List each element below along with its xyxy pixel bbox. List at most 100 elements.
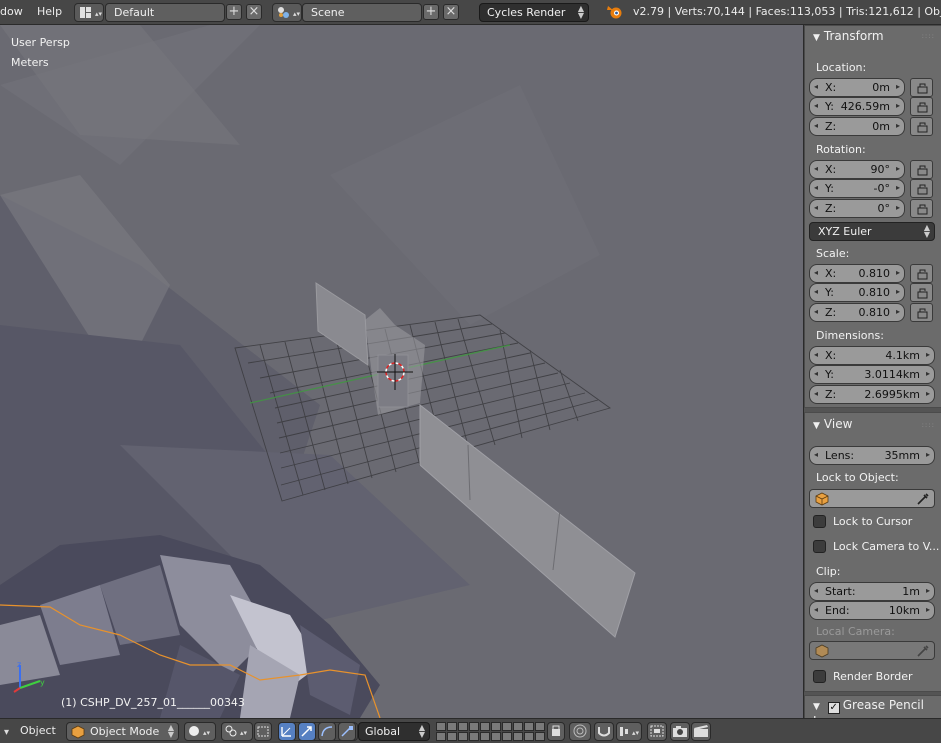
active-object-label: (1) CSHP_DV_257_01______00343: [61, 696, 245, 709]
grease-pencil-header[interactable]: ▼ ✓Grease Pencil Layers: [813, 698, 941, 718]
layers-group-2[interactable]: [491, 722, 545, 741]
lock-rotation-y-button[interactable]: [910, 179, 933, 198]
view-panel-header[interactable]: ▼ View: [813, 417, 852, 431]
lock-to-cursor-checkbox[interactable]: [813, 515, 826, 528]
dimensions-label: Dimensions:: [816, 329, 884, 342]
pivot-align-button[interactable]: [254, 722, 272, 741]
snap-increment-icon: ▴▾: [620, 727, 640, 737]
lock-layers-button[interactable]: [547, 722, 565, 741]
rotation-label: Rotation:: [816, 143, 866, 156]
updown-icon: ▲ ▼: [577, 4, 584, 20]
lock-rotation-x-button[interactable]: [910, 160, 933, 179]
manipulator-icon: [281, 727, 291, 737]
grip-icon[interactable]: ::::: [922, 421, 935, 429]
layers-group-1[interactable]: [436, 722, 490, 741]
scene-field[interactable]: Scene: [302, 3, 422, 22]
scale-label: Scale:: [816, 247, 850, 260]
magnet-icon: [598, 727, 610, 737]
lock-location-y-button[interactable]: [910, 97, 933, 116]
lock-location-x-button[interactable]: [910, 78, 933, 97]
mode-select[interactable]: Object Mode ▲ ▼: [66, 722, 179, 741]
dimension-y-field[interactable]: ◂ Y: 3.0114km ▸: [809, 365, 935, 384]
lock-scale-y-button[interactable]: [910, 283, 933, 302]
add-scene-button[interactable]: +: [423, 4, 439, 20]
lock-camera-checkbox[interactable]: [813, 540, 826, 553]
proportional-edit-button[interactable]: [569, 722, 591, 741]
lock-scale-x-button[interactable]: [910, 264, 933, 283]
rotate-button[interactable]: [318, 722, 336, 741]
camera-icon: [673, 726, 687, 737]
scene-icon-button[interactable]: ▴▾: [272, 3, 302, 22]
pivot-icon: ▴▾: [225, 725, 248, 737]
transform-panel-header[interactable]: ▼ Transform: [813, 29, 884, 43]
remove-scene-button[interactable]: ×: [443, 4, 459, 20]
svg-text:▾: ▾: [4, 727, 9, 738]
editor-type-icon[interactable]: ▾: [4, 723, 18, 739]
3d-view-header: ▾ Object Object Mode ▲ ▼ ▴▾ ▴▾ Global ▲ ▼ …: [0, 718, 941, 743]
opengl-render-button[interactable]: [670, 722, 690, 741]
svg-text:▴▾: ▴▾: [95, 10, 103, 18]
remove-layout-button[interactable]: ×: [246, 4, 262, 20]
object-mode-icon: [71, 725, 85, 739]
svg-text:▴▾: ▴▾: [203, 729, 211, 737]
properties-region: ▼ Transform :::: Location: ◂ X: 0m ▸ ◂ Y: 426.…: [803, 25, 941, 718]
manipulator-toggle-button[interactable]: [278, 722, 296, 741]
location-label: Location:: [816, 61, 867, 74]
opengl-animation-button[interactable]: [691, 722, 711, 741]
scale-button[interactable]: [338, 722, 356, 741]
clip-start-field[interactable]: ◂ Start: 1m ▸: [809, 582, 935, 601]
rotation-mode-select[interactable]: XYZ Euler ▲ ▼: [809, 222, 935, 241]
scale-x-field[interactable]: ◂ X: 0.810 ▸: [809, 264, 905, 283]
units-label: Meters: [11, 56, 49, 69]
eyedropper-icon[interactable]: [916, 492, 930, 506]
grip-icon[interactable]: ::::: [922, 32, 935, 40]
menu-help[interactable]: Help: [37, 5, 62, 18]
lock-scale-z-button[interactable]: [910, 303, 933, 322]
3d-viewport[interactable]: z y User Persp Meters (1) CSHP_DV_257_01…: [0, 25, 803, 718]
lock-location-z-button[interactable]: [910, 117, 933, 136]
dimension-x-field[interactable]: ◂ X: 4.1km ▸: [809, 346, 935, 365]
screen-layout-field[interactable]: Default: [105, 3, 225, 22]
lock-object-field[interactable]: [809, 489, 935, 508]
object-menu[interactable]: Object: [20, 724, 56, 737]
lock-camera-label: Lock Camera to V...: [833, 540, 940, 553]
translate-button[interactable]: [298, 722, 316, 741]
collapse-triangle-icon: ▼: [813, 421, 820, 431]
location-y-field[interactable]: ◂ Y: 426.59m ▸: [809, 97, 905, 116]
info-header: dow Help ▴▾ Default + × ▴▾ Scene + × Cyc…: [0, 0, 941, 25]
render-engine-select[interactable]: Cycles Render ▲ ▼: [479, 3, 589, 22]
location-x-field[interactable]: ◂ X: 0m ▸: [809, 78, 905, 97]
snap-button[interactable]: [594, 722, 614, 741]
view-name-label: User Persp: [11, 36, 70, 49]
add-layout-button[interactable]: +: [226, 4, 242, 20]
pivot-point-select[interactable]: ▴▾: [221, 722, 253, 741]
dimension-z-field[interactable]: ◂ Z: 2.6995km ▸: [809, 385, 935, 404]
clapperboard-icon: [694, 725, 708, 737]
svg-text:▴▾: ▴▾: [632, 729, 640, 737]
rotation-x-field[interactable]: ◂ X: 90° ▸: [809, 160, 905, 179]
viewport-shading-select[interactable]: ▴▾: [184, 722, 216, 741]
svg-text:y: y: [40, 678, 45, 687]
clip-end-field[interactable]: ◂ End: 10km ▸: [809, 601, 935, 620]
render-region-button[interactable]: [647, 722, 667, 741]
rotation-z-field[interactable]: ◂ Z: 0° ▸: [809, 199, 905, 218]
screen-layout-icon-button[interactable]: ▴▾: [74, 3, 104, 22]
lock-to-cursor-label: Lock to Cursor: [833, 515, 913, 528]
rotation-mode-label: XYZ Euler: [818, 225, 872, 238]
scale-z-field[interactable]: ◂ Z: 0.810 ▸: [809, 303, 905, 322]
render-border-checkbox[interactable]: [813, 670, 826, 683]
menu-window[interactable]: dow: [0, 5, 23, 18]
scale-icon: [341, 726, 353, 737]
lock-rotation-z-button[interactable]: [910, 199, 933, 218]
lock-icon: [917, 165, 928, 176]
location-z-field[interactable]: ◂ Z: 0m ▸: [809, 117, 905, 136]
svg-text:▴▾: ▴▾: [240, 729, 248, 737]
rotation-y-field[interactable]: ◂ Y: -0° ▸: [809, 179, 905, 198]
snap-element-select[interactable]: ▴▾: [616, 722, 642, 741]
render-engine-label: Cycles Render: [487, 6, 566, 19]
scale-y-field[interactable]: ◂ Y: 0.810 ▸: [809, 283, 905, 302]
lens-field[interactable]: ◂ Lens: 35mm ▸: [809, 446, 935, 465]
grease-pencil-checkbox[interactable]: ✓: [827, 702, 840, 714]
solid-shading-icon: ▴▾: [189, 726, 211, 737]
transform-orientation-select[interactable]: Global ▲ ▼: [358, 722, 430, 741]
